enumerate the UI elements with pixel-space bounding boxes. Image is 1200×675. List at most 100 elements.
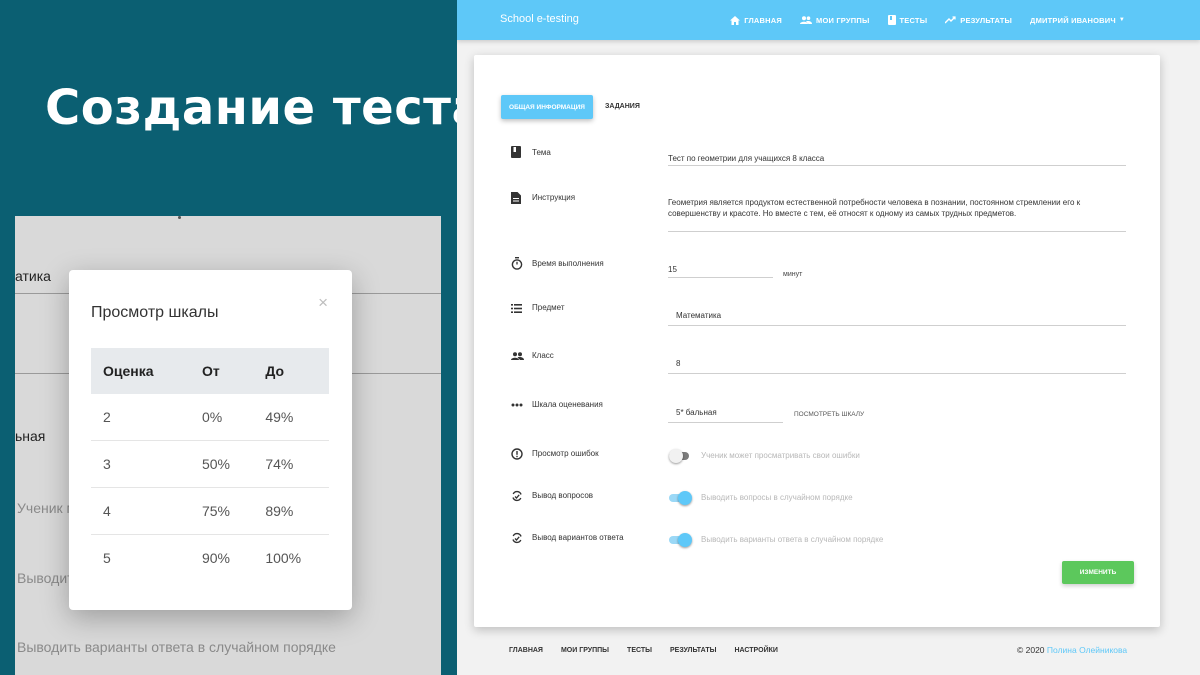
table-row: 2 0% 49% <box>91 394 329 441</box>
book-icon <box>887 15 896 25</box>
scale-select-underline <box>668 422 783 423</box>
scale-table: Оценка От До 2 0% 49% 3 50% 74% 4 75% 89… <box>91 348 329 581</box>
topic-input-underline <box>668 165 1126 166</box>
cell-grade: 5 <box>103 550 111 566</box>
cell-from: 0% <box>189 394 254 441</box>
answers-order-text: Выводить варианты ответа в случайном пор… <box>701 535 884 544</box>
questions-order-label: Вывод вопросов <box>532 491 594 500</box>
subject-label: Предмет <box>532 303 565 312</box>
group-icon <box>800 16 812 24</box>
cell-to: 74% <box>253 440 329 488</box>
nav-item-tests[interactable]: Тесты <box>887 15 928 25</box>
column-header-to: До <box>253 348 329 394</box>
shuffle-icon <box>512 532 522 544</box>
cell-to: 49% <box>253 394 329 441</box>
footer-link-results[interactable]: Результаты <box>670 647 716 654</box>
grade-input[interactable]: 8 <box>676 358 680 369</box>
list-icon <box>511 304 522 313</box>
duration-input-underline <box>668 277 773 278</box>
modal-title: Просмотр шкалы <box>91 304 219 321</box>
copyright-year: © 2020 <box>1017 645 1045 655</box>
answers-order-label: Вывод вариантов ответа <box>532 533 624 542</box>
slide-title: Создание теста <box>45 80 485 136</box>
questions-order-toggle[interactable] <box>669 491 692 505</box>
home-icon <box>730 15 741 25</box>
bg-toggle-fragment-2: Выводит <box>17 570 74 586</box>
cell-to: 100% <box>265 550 302 566</box>
test-form-card: Общая информация Задания Тема Тест по ге… <box>474 55 1160 627</box>
alert-circle-icon <box>511 448 523 460</box>
copyright: © 2020 Полина Олейникова <box>1017 645 1127 655</box>
nav-item-results[interactable]: Результаты <box>945 16 1012 25</box>
footer-link-tests[interactable]: Тесты <box>627 647 652 654</box>
view-scale-link[interactable]: посмотреть шкалу <box>794 411 864 418</box>
shuffle-icon <box>512 490 522 502</box>
bg-toggle-fragment-3: Выводить варианты ответа в случайном пор… <box>17 639 336 655</box>
document-icon <box>511 192 521 204</box>
brand-name[interactable]: School e-testing <box>500 13 579 25</box>
footer-link-settings[interactable]: Настройки <box>734 647 777 654</box>
timer-icon <box>511 257 523 270</box>
duration-label: Время выполнения <box>532 259 604 268</box>
nav-menu: Главная Мои группы Тесты Результаты Дмит… <box>712 0 1125 40</box>
column-header-grade: Оценка <box>91 348 190 394</box>
subject-select[interactable]: Математика <box>676 310 721 321</box>
bg-toggle-fragment-1: Ученик м <box>17 500 77 516</box>
zoom-panel: атика ьная Ученик м Выводит Выводить вар… <box>15 216 441 675</box>
errors-view-label: Просмотр ошибок <box>532 449 599 458</box>
tab-tasks[interactable]: Задания <box>605 103 640 110</box>
app-screenshot: School e-testing Главная Мои группы Тест… <box>457 0 1200 675</box>
cell-from: 50% <box>189 440 254 488</box>
cell-grade: 3 <box>91 440 190 488</box>
errors-view-text: Ученик может просматривать свои ошибки <box>701 451 860 460</box>
trending-up-icon <box>945 16 956 24</box>
bg-field-fragment-2: ьная <box>15 428 46 444</box>
cell-from: 75% <box>189 487 254 535</box>
topic-input[interactable]: Тест по геометрии для учащихся 8 класса <box>668 153 824 164</box>
close-icon[interactable]: × <box>318 294 328 311</box>
cell-to: 89% <box>253 487 329 535</box>
grade-input-underline <box>668 373 1126 374</box>
table-row: 4 75% 89% <box>91 487 329 535</box>
nav-item-label: Мои группы <box>816 15 870 25</box>
more-horizontal-icon <box>511 403 523 407</box>
nav-item-label: Главная <box>744 15 782 25</box>
column-header-from: От <box>189 348 254 394</box>
topic-label: Тема <box>532 148 551 157</box>
scale-select[interactable]: 5* бальная <box>676 407 717 418</box>
bg-field-fragment-1: атика <box>15 268 51 284</box>
tab-general-info[interactable]: Общая информация <box>501 95 593 119</box>
top-navbar: School e-testing Главная Мои группы Тест… <box>457 0 1200 40</box>
scale-label: Шкала оценевания <box>532 400 603 409</box>
questions-order-text: Выводить вопросы в случайном порядке <box>701 493 853 502</box>
caret-down-icon: ▼ <box>1118 17 1125 23</box>
instruction-label: Инструкция <box>532 193 576 202</box>
table-row: 3 50% 74% <box>91 440 329 488</box>
scale-preview-modal: Просмотр шкалы × Оценка От До 2 0% 49% 3… <box>69 270 352 610</box>
nav-item-label: Результаты <box>960 15 1013 25</box>
instruction-textarea[interactable]: Геометрия является продуктом естественно… <box>668 197 1088 219</box>
footer-link-groups[interactable]: Мои группы <box>561 647 609 654</box>
group-icon <box>511 352 524 360</box>
answers-order-toggle[interactable] <box>669 533 692 547</box>
table-header-row: Оценка От До <box>91 348 329 394</box>
duration-input[interactable]: 15 <box>668 264 677 275</box>
user-name: Дмитрий Иванович <box>1030 15 1116 25</box>
footer-link-home[interactable]: Главная <box>509 647 543 654</box>
author-link[interactable]: Полина Олейникова <box>1047 645 1127 655</box>
cell-grade: 4 <box>91 487 190 535</box>
instruction-underline <box>668 231 1126 232</box>
errors-view-toggle[interactable] <box>669 449 691 463</box>
subject-select-underline <box>668 325 1126 326</box>
nav-item-home[interactable]: Главная <box>730 15 782 25</box>
grade-label: Класс <box>532 351 554 360</box>
nav-item-groups[interactable]: Мои группы <box>800 16 870 25</box>
cell-grade: 2 <box>91 394 190 441</box>
cell-from: 90% <box>201 550 230 566</box>
nav-item-label: Тесты <box>899 15 928 25</box>
submit-button[interactable]: Изменить <box>1062 561 1134 584</box>
user-menu[interactable]: Дмитрий Иванович ▼ <box>1030 16 1125 25</box>
book-icon <box>511 146 521 158</box>
duration-unit: минут <box>783 271 803 278</box>
decorative-dot <box>178 216 181 219</box>
